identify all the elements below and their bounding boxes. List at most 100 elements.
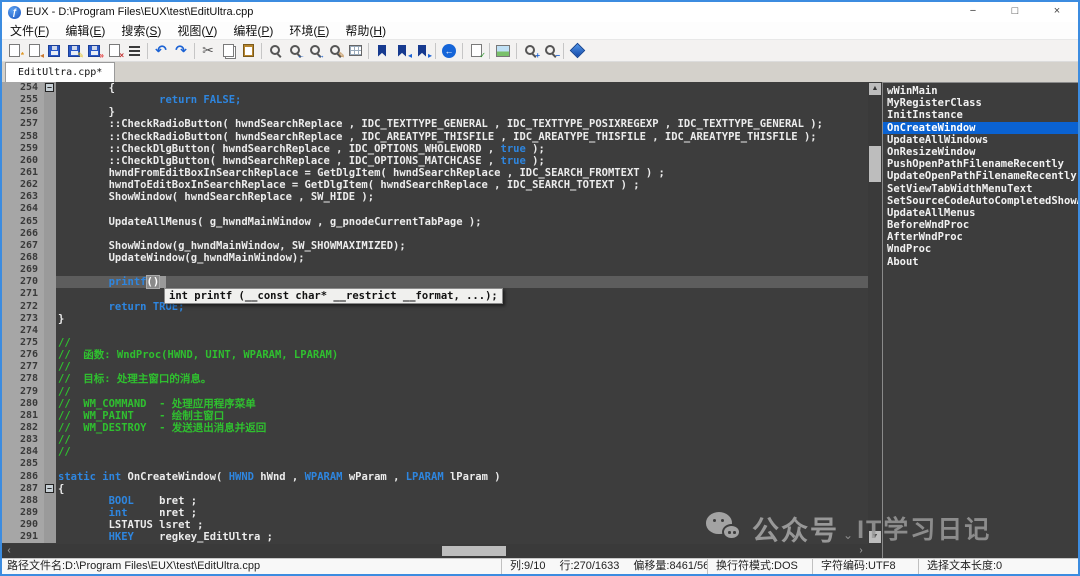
function-list-item-updateallmenus[interactable]: UpdateAllMenus xyxy=(883,207,1078,219)
code-line-264[interactable]: 264 xyxy=(2,203,868,215)
menu-e[interactable]: 环境(E) xyxy=(281,22,337,40)
code-line-281[interactable]: 281// WM_PAINT - 绘制主窗口 xyxy=(2,410,868,422)
code-line-265[interactable]: 265 UpdateAllMenus( g_hwndMainWindow , g… xyxy=(2,216,868,228)
function-list-item-wwinmain[interactable]: wWinMain xyxy=(883,85,1078,97)
redo-button[interactable]: ↷ xyxy=(171,41,191,61)
code-line-291[interactable]: 291 HKEY regkey_EditUltra ; xyxy=(2,531,868,543)
minimize-button[interactable]: − xyxy=(952,2,994,22)
function-list-item-beforewndproc[interactable]: BeforeWndProc xyxy=(883,219,1078,231)
code-line-257[interactable]: 257 ::CheckRadioButton( hwndSearchReplac… xyxy=(2,118,868,130)
code-line-268[interactable]: 268 UpdateWindow(g_hwndMainWindow); xyxy=(2,252,868,264)
code-line-259[interactable]: 259 ::CheckDlgButton( hwndSearchReplace … xyxy=(2,143,868,155)
close-file-button[interactable]: × xyxy=(104,41,124,61)
code-line-276[interactable]: 276// 函数: WndProc(HWND, UINT, WPARAM, LP… xyxy=(2,349,868,361)
function-list-item-onresizewindow[interactable]: OnResizeWindow xyxy=(883,146,1078,158)
next-bookmark-button[interactable]: ▸ xyxy=(412,41,432,61)
scroll-down-arrow-icon[interactable]: ▼ xyxy=(869,531,881,543)
code-line-275[interactable]: 275// xyxy=(2,337,868,349)
code-line-277[interactable]: 277// xyxy=(2,361,868,373)
function-list-item-updateopenpathfilenamerecently[interactable]: UpdateOpenPathFilenameRecently xyxy=(883,170,1078,182)
function-list-item-updateallwindows[interactable]: UpdateAllWindows xyxy=(883,134,1078,146)
menu-s[interactable]: 搜索(S) xyxy=(113,22,169,40)
code-line-269[interactable]: 269 xyxy=(2,264,868,276)
code-line-255[interactable]: 255 return FALSE; xyxy=(2,94,868,106)
function-list-item-myregisterclass[interactable]: MyRegisterClass xyxy=(883,97,1078,109)
function-list-item-about[interactable]: About xyxy=(883,256,1078,268)
code-line-289[interactable]: 289 int nret ; xyxy=(2,507,868,519)
cut-button[interactable]: ✂ xyxy=(198,41,218,61)
save-button[interactable] xyxy=(44,41,64,61)
bookmark-button[interactable] xyxy=(372,41,392,61)
find-button[interactable] xyxy=(265,41,285,61)
function-list-item-pushopenpathfilenamerecently[interactable]: PushOpenPathFilenameRecently xyxy=(883,158,1078,170)
fold-collapse-icon[interactable]: − xyxy=(45,83,54,92)
code-line-283[interactable]: 283// xyxy=(2,434,868,446)
code-line-278[interactable]: 278// 目标: 处理主窗口的消息。 xyxy=(2,373,868,385)
scroll-right-arrow-icon[interactable]: › xyxy=(855,545,867,557)
zoom-in-button[interactable]: + xyxy=(520,41,540,61)
tab-editultra-cpp[interactable]: EditUltra.cpp* xyxy=(5,62,115,82)
code-line-273[interactable]: 273} xyxy=(2,313,868,325)
prev-bookmark-button[interactable]: ◂ xyxy=(392,41,412,61)
replace-button[interactable]: ✎ xyxy=(325,41,345,61)
syntax-check-button[interactable]: ✓ xyxy=(466,41,486,61)
code-line-258[interactable]: 258 ::CheckRadioButton( hwndSearchReplac… xyxy=(2,131,868,143)
code-line-263[interactable]: 263 ShowWindow( hwndSearchReplace , SW_H… xyxy=(2,191,868,203)
code-line-261[interactable]: 261 hwndFromEditBoxInSearchReplace = Get… xyxy=(2,167,868,179)
code-line-287[interactable]: 287−{ xyxy=(2,483,868,495)
menu-v[interactable]: 视图(V) xyxy=(169,22,225,40)
code-editor[interactable]: int printf (__const char* __restrict __f… xyxy=(2,82,868,544)
code-line-270[interactable]: 270 printf() xyxy=(2,276,868,288)
menu-p[interactable]: 编程(P) xyxy=(225,22,281,40)
function-list-item-oncreatewindow[interactable]: OnCreateWindow xyxy=(883,122,1078,134)
maximize-button[interactable]: □ xyxy=(994,2,1036,22)
find-next-button[interactable]: → xyxy=(305,41,325,61)
code-line-274[interactable]: 274 xyxy=(2,325,868,337)
chart-image-button[interactable] xyxy=(493,41,513,61)
code-line-286[interactable]: 286static int OnCreateWindow( HWND hWnd … xyxy=(2,471,868,483)
code-line-280[interactable]: 280// WM_COMMAND - 处理应用程序菜单 xyxy=(2,398,868,410)
save-all-button[interactable]: » xyxy=(84,41,104,61)
function-list-item-setviewtabwidthmenutext[interactable]: SetViewTabWidthMenuText xyxy=(883,183,1078,195)
code-line-282[interactable]: 282// WM_DESTROY - 发送退出消息并返回 xyxy=(2,422,868,434)
line-view-button[interactable] xyxy=(124,41,144,61)
scroll-up-arrow-icon[interactable]: ▲ xyxy=(869,83,881,95)
code-line-279[interactable]: 279// xyxy=(2,386,868,398)
menu-f[interactable]: 文件(F) xyxy=(2,22,57,40)
code-line-254[interactable]: 254− { xyxy=(2,82,868,94)
find-prev-button[interactable]: ← xyxy=(285,41,305,61)
zoom-out-button[interactable]: − xyxy=(540,41,560,61)
navigate-back-button[interactable]: ← xyxy=(439,41,459,61)
fold-margin xyxy=(44,94,56,106)
close-button[interactable]: × xyxy=(1036,2,1078,22)
code-line-267[interactable]: 267 ShowWindow(g_hwndMainWindow, SW_SHOW… xyxy=(2,240,868,252)
menu-e[interactable]: 编辑(E) xyxy=(57,22,113,40)
function-list-item-afterwndproc[interactable]: AfterWndProc xyxy=(883,231,1078,243)
menu-h[interactable]: 帮助(H) xyxy=(337,22,394,40)
function-list-item-wndproc[interactable]: WndProc xyxy=(883,243,1078,255)
editor-vertical-scrollbar[interactable]: ▲ ▼ xyxy=(868,82,882,544)
fold-collapse-icon[interactable]: − xyxy=(45,484,54,493)
save-as-button[interactable]: ✎ xyxy=(64,41,84,61)
replace-in-files-button[interactable] xyxy=(345,41,365,61)
vertical-scroll-thumb[interactable] xyxy=(869,146,881,182)
horizontal-scroll-thumb[interactable] xyxy=(442,546,506,556)
code-line-256[interactable]: 256 } xyxy=(2,106,868,118)
function-list-item-setsourcecodeautocompletedshowaf[interactable]: SetSourceCodeAutoCompletedShowAf xyxy=(883,195,1078,207)
code-line-285[interactable]: 285 xyxy=(2,458,868,470)
copy-button[interactable] xyxy=(218,41,238,61)
editor-horizontal-scrollbar[interactable]: ‹ › xyxy=(2,544,882,558)
code-line-284[interactable]: 284// xyxy=(2,446,868,458)
new-file-button[interactable]: * xyxy=(4,41,24,61)
code-line-266[interactable]: 266 xyxy=(2,228,868,240)
undo-button[interactable]: ↶ xyxy=(151,41,171,61)
open-file-button[interactable]: ◂ xyxy=(24,41,44,61)
about-button[interactable] xyxy=(567,41,587,61)
function-list-item-initinstance[interactable]: InitInstance xyxy=(883,109,1078,121)
scroll-left-arrow-icon[interactable]: ‹ xyxy=(3,545,15,557)
paste-button[interactable] xyxy=(238,41,258,61)
code-line-290[interactable]: 290 LSTATUS lsret ; xyxy=(2,519,868,531)
code-line-288[interactable]: 288 BOOL bret ; xyxy=(2,495,868,507)
code-line-262[interactable]: 262 hwndToEditBoxInSearchReplace = GetDl… xyxy=(2,179,868,191)
code-line-260[interactable]: 260 ::CheckDlgButton( hwndSearchReplace … xyxy=(2,155,868,167)
